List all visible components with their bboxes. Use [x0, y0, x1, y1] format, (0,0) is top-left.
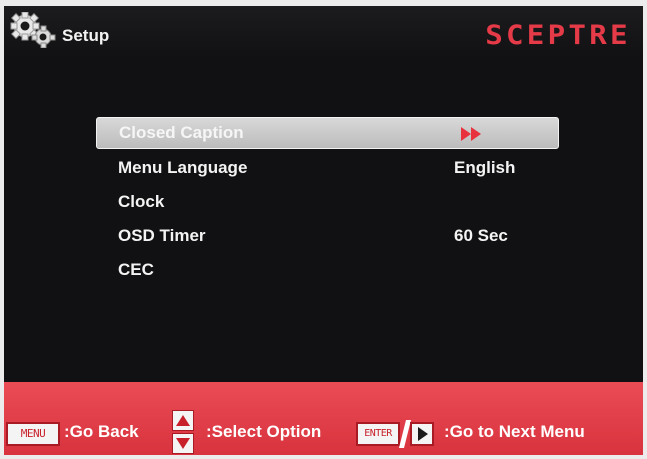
menu-item-value: 60 Sec — [454, 226, 508, 245]
menu-item-label: OSD Timer — [118, 226, 206, 245]
menu-item-menu-language[interactable]: Menu Language English — [96, 151, 559, 185]
menu-item-osd-timer[interactable]: OSD Timer 60 Sec — [96, 219, 559, 253]
header-bar: Setup SCEPTRE — [4, 6, 643, 58]
gear-icon — [10, 12, 56, 48]
footer-hint-bar: MENU :Go Back :Select Option ENTER :Go t… — [4, 382, 643, 455]
menu-item-closed-caption[interactable]: Closed Caption — [96, 117, 559, 149]
menu-item-label: Closed Caption — [119, 123, 244, 142]
menu-key-icon: MENU — [6, 422, 60, 446]
enter-key-label: ENTER — [364, 428, 392, 439]
page-title: Setup — [62, 26, 110, 45]
menu-item-label: CEC — [118, 260, 154, 279]
menu-item-value: English — [454, 158, 516, 177]
next-menu-hint: :Go to Next Menu — [444, 422, 585, 441]
menu-key-label: MENU — [20, 427, 46, 440]
menu-item-cec[interactable]: CEC — [96, 253, 559, 287]
brand-logo: SCEPTRE — [485, 20, 631, 51]
menu-item-label: Menu Language — [118, 158, 248, 177]
go-back-hint: :Go Back — [64, 422, 139, 441]
menu-item-label: Clock — [118, 192, 165, 211]
up-down-arrows-icon — [172, 410, 194, 454]
setup-menu: Closed Caption Menu Language English Clo… — [96, 117, 559, 287]
fast-forward-icon — [461, 127, 481, 141]
right-arrow-key-icon — [410, 422, 434, 446]
menu-item-clock[interactable]: Clock — [96, 185, 559, 219]
osd-panel: Setup SCEPTRE Closed Caption Menu Langua… — [4, 6, 643, 455]
select-option-hint: :Select Option — [206, 422, 322, 441]
enter-key-icon: ENTER — [356, 422, 400, 446]
tv-screen: Setup SCEPTRE Closed Caption Menu Langua… — [0, 0, 647, 459]
